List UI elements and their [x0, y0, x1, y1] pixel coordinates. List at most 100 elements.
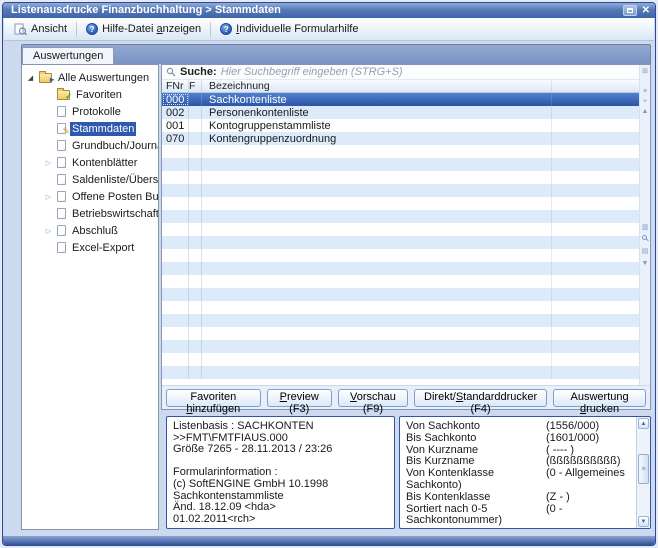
column-header-bezeichnung[interactable]: Bezeichnung [202, 80, 552, 92]
tab-auswertungen[interactable]: Auswertungen [22, 47, 114, 64]
cell-f [189, 314, 202, 327]
toolbar: Ansicht ? Hilfe-Datei anzeigen ? Individ… [4, 18, 654, 41]
tree-item-label: Kontenblätter [70, 156, 139, 170]
cell-fnr [162, 197, 189, 210]
cell-f [189, 301, 202, 314]
cell-rest [552, 132, 639, 145]
cell-fnr: 001 [162, 119, 189, 132]
cell-bezeichnung [202, 314, 552, 327]
cell-rest [552, 210, 639, 223]
cell-f [189, 119, 202, 132]
tree-item-betriebswirtschaftliche-auswertungen[interactable]: Betriebswirtschaftliche Auswertungen [22, 205, 158, 222]
info-line: (c) SoftENGINE GmbH 10.1998 [173, 479, 388, 491]
direct-printer-button[interactable]: Direkt/Standarddrucker (F4) [414, 389, 547, 407]
tree-item-grundbuch-journale[interactable]: Grundbuch/Journale [22, 137, 158, 154]
cell-f [189, 106, 202, 119]
expander-open-icon[interactable]: ◢ [26, 74, 35, 82]
table-empty-row [162, 301, 639, 314]
table-empty-row [162, 327, 639, 340]
tree-item-favoriten[interactable]: ✓Favoriten [22, 86, 158, 103]
toolbar-button-formularhilfe[interactable]: ? Individuelle Formularhilfe [214, 21, 364, 37]
tree-item-protokolle[interactable]: Protokolle [22, 103, 158, 120]
cell-fnr [162, 249, 189, 262]
scrollbar-up-button[interactable]: ▲ [638, 418, 649, 429]
toolbar-button-hilfe-datei[interactable]: ? Hilfe-Datei anzeigen [80, 21, 207, 37]
add-icon[interactable]: + [640, 97, 650, 106]
table-row[interactable]: 002Personenkontenliste [162, 106, 639, 119]
cell-fnr [162, 210, 189, 223]
close-button[interactable]: ✕ [642, 5, 650, 16]
tree-item-label: Stammdaten [70, 122, 136, 136]
sort-icon[interactable]: ≡ [640, 87, 650, 96]
scrollbar[interactable]: ▲ ≡ ▼ [636, 417, 650, 528]
tree-item-alle-auswertungen[interactable]: ◢▸Alle Auswertungen [22, 69, 158, 86]
table-row[interactable]: 070Kontengruppenzuordnung [162, 132, 639, 145]
table-empty-row [162, 210, 639, 223]
page-icon [57, 140, 66, 151]
restore-button[interactable] [623, 5, 637, 16]
cell-f [189, 236, 202, 249]
search-icon [166, 67, 176, 77]
cell-bezeichnung [202, 223, 552, 236]
cell-fnr [162, 236, 189, 249]
scrollbar-down-button[interactable]: ▼ [638, 516, 649, 527]
toolbar-label: Individuelle Formularhilfe [236, 23, 358, 35]
table-empty-row [162, 353, 639, 366]
magnifier-icon[interactable] [642, 235, 647, 240]
filter-icon[interactable]: ▼ [640, 259, 650, 268]
table-empty-row [162, 184, 639, 197]
cell-bezeichnung: Personenkontenliste [202, 106, 552, 119]
table-empty-row [162, 366, 639, 379]
tree-item-excel-export[interactable]: Excel-Export [22, 239, 158, 256]
cell-f [189, 223, 202, 236]
cell-f [189, 132, 202, 145]
cell-fnr [162, 262, 189, 275]
cell-f [189, 340, 202, 353]
scroll-top-icon[interactable]: ▲ [640, 107, 650, 116]
vorschau-button[interactable]: Vorschau (F9) [338, 389, 408, 407]
cell-f [189, 184, 202, 197]
tree-item-saldenliste-ubersicht[interactable]: Saldenliste/Übersicht [22, 171, 158, 188]
preview-button[interactable]: Preview (F3) [267, 389, 332, 407]
cell-f [189, 158, 202, 171]
columns-icon[interactable]: ▥ [640, 223, 650, 232]
tree-item-stammdaten[interactable]: ✎Stammdaten [22, 120, 158, 137]
expander-closed-icon[interactable]: ▷ [44, 227, 53, 235]
tree-item-abschluss[interactable]: ▷Abschluß [22, 222, 158, 239]
tree-item-kontenblatter[interactable]: ▷ Kontenblätter [22, 154, 158, 171]
selection-line: Sachkontonummer) [406, 515, 636, 527]
cell-rest [552, 340, 639, 353]
cell-rest [552, 314, 639, 327]
toolbar-label: Ansicht [31, 23, 67, 35]
cell-bezeichnung [202, 275, 552, 288]
info-line: Änd. 18.12.09 <hda> [173, 502, 388, 514]
tree-item-label: Saldenliste/Übersicht [70, 173, 159, 187]
cell-bezeichnung [202, 197, 552, 210]
expander-closed-icon[interactable]: ▷ [44, 159, 53, 167]
selection-label: Sachkonto) [406, 480, 546, 492]
column-header-fnr[interactable]: FNr [162, 80, 189, 92]
toolbar-button-ansicht[interactable]: Ansicht [8, 21, 73, 38]
cell-fnr [162, 275, 189, 288]
page-icon [57, 242, 66, 253]
cell-fnr [162, 301, 189, 314]
tree-item-offene-posten-buchhaltung[interactable]: ▷Offene Posten Buchhaltung [22, 188, 158, 205]
cell-f [189, 249, 202, 262]
selection-value: (Z - ) [546, 492, 570, 504]
search-input[interactable]: Hier Suchbegriff eingeben (STRG+S) [221, 66, 403, 78]
cell-bezeichnung [202, 340, 552, 353]
table-row[interactable]: 000Sachkontenliste [162, 93, 639, 106]
cell-fnr [162, 223, 189, 236]
scrollbar-thumb[interactable]: ≡ [638, 454, 649, 484]
print-report-button[interactable]: Auswertung drucken [553, 389, 646, 407]
cell-bezeichnung [202, 249, 552, 262]
add-favorites-button[interactable]: Favoriten hinzufügen [166, 389, 261, 407]
expander-closed-icon[interactable]: ▷ [44, 193, 53, 201]
table-row[interactable]: 001Kontogruppenstammliste [162, 119, 639, 132]
column-header-empty [552, 80, 639, 92]
table-header[interactable]: FNr F Bezeichnung [162, 80, 639, 93]
search-bar[interactable]: Suche: Hier Suchbegriff eingeben (STRG+S… [162, 65, 639, 80]
export-icon[interactable]: ▤ [640, 247, 650, 256]
copy-icon[interactable]: ⊞ [640, 67, 650, 76]
column-header-f[interactable]: F [189, 80, 202, 92]
